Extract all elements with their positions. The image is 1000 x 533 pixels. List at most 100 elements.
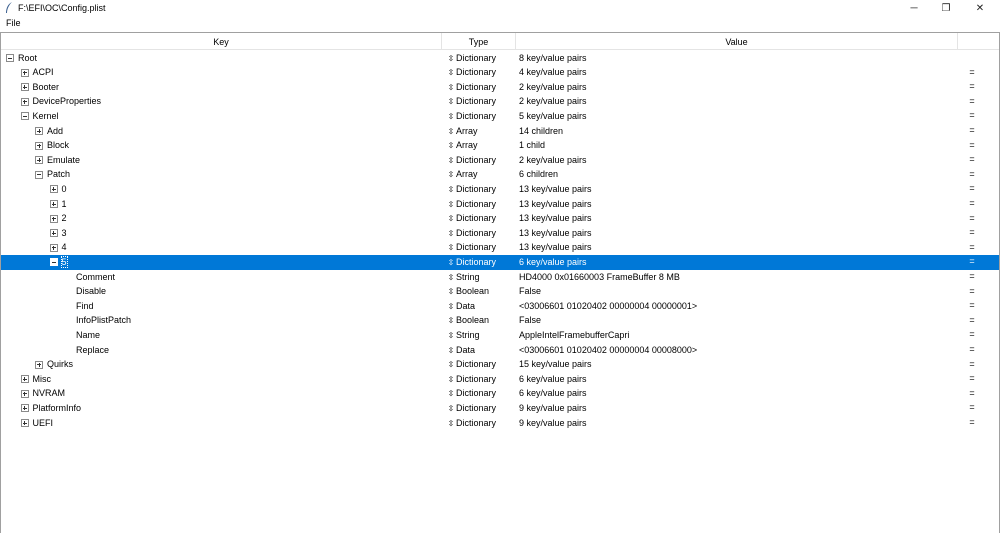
drag-handle-icon[interactable]: = bbox=[967, 96, 977, 106]
row-type[interactable]: ⇳ Dictionary bbox=[447, 228, 496, 238]
row-key[interactable]: 0 bbox=[62, 184, 67, 194]
tree-row[interactable]: 4 ⇳ Dictionary 13 key/value pairs = bbox=[1, 241, 999, 256]
row-value[interactable]: 13 key/value pairs bbox=[519, 228, 592, 238]
close-button[interactable]: ✕ bbox=[964, 0, 996, 16]
drag-handle-icon[interactable]: = bbox=[967, 227, 977, 237]
row-value[interactable]: 6 key/value pairs bbox=[519, 374, 587, 384]
row-key[interactable]: Booter bbox=[33, 82, 60, 92]
tree-row[interactable]: InfoPlistPatch ⇳ Boolean False = bbox=[1, 314, 999, 329]
expand-plus-icon[interactable] bbox=[20, 375, 29, 384]
row-type[interactable]: ⇳ Array bbox=[447, 140, 478, 150]
row-key[interactable]: Root bbox=[18, 53, 37, 63]
row-type[interactable]: ⇳ Boolean bbox=[447, 286, 489, 296]
drag-handle-icon[interactable]: = bbox=[967, 359, 977, 369]
row-value[interactable]: 2 key/value pairs bbox=[519, 155, 587, 165]
drag-handle-icon[interactable]: = bbox=[967, 300, 977, 310]
tree-row[interactable]: UEFI ⇳ Dictionary 9 key/value pairs = bbox=[1, 416, 999, 431]
collapse-minus-icon[interactable] bbox=[35, 170, 43, 179]
tree-row[interactable]: Kernel ⇳ Dictionary 5 key/value pairs = bbox=[1, 109, 999, 124]
drag-handle-icon[interactable]: = bbox=[967, 213, 977, 223]
drag-handle-icon[interactable]: = bbox=[967, 140, 977, 150]
row-key[interactable]: Find bbox=[76, 301, 94, 311]
expand-plus-icon[interactable] bbox=[35, 156, 43, 165]
tree-row[interactable]: Block ⇳ Array 1 child = bbox=[1, 139, 999, 154]
row-type[interactable]: ⇳ String bbox=[447, 272, 480, 282]
tree-row[interactable]: Disable ⇳ Boolean False = bbox=[1, 285, 999, 300]
drag-handle-icon[interactable]: = bbox=[967, 67, 977, 77]
row-key[interactable]: Quirks bbox=[47, 359, 73, 369]
minimize-button[interactable]: ─ bbox=[898, 0, 930, 16]
row-value[interactable]: 15 key/value pairs bbox=[519, 359, 592, 369]
row-type[interactable]: ⇳ Dictionary bbox=[447, 388, 496, 398]
plist-tree-view[interactable]: Key Type Value Root ⇳ Dictionary 8 key/valu… bbox=[0, 32, 1000, 533]
row-key[interactable]: Misc bbox=[33, 374, 52, 384]
drag-handle-icon[interactable]: = bbox=[967, 417, 977, 427]
drag-handle-icon[interactable]: = bbox=[967, 169, 977, 179]
drag-handle-icon[interactable]: = bbox=[967, 329, 977, 339]
row-type[interactable]: ⇳ Boolean bbox=[447, 315, 489, 325]
tree-row[interactable]: Root ⇳ Dictionary 8 key/value pairs bbox=[1, 51, 999, 66]
drag-handle-icon[interactable]: = bbox=[967, 242, 977, 252]
row-value[interactable]: 2 key/value pairs bbox=[519, 96, 587, 106]
row-type[interactable]: ⇳ Data bbox=[447, 301, 475, 311]
row-key[interactable]: Block bbox=[47, 140, 69, 150]
expand-plus-icon[interactable] bbox=[49, 200, 58, 208]
row-key[interactable]: UEFI bbox=[33, 418, 54, 428]
row-value[interactable]: 9 key/value pairs bbox=[519, 403, 587, 413]
tree-row[interactable]: Replace ⇳ Data <03006601 01020402 00000004 … bbox=[1, 343, 999, 358]
row-key[interactable]: Kernel bbox=[33, 111, 59, 121]
row-value[interactable]: 13 key/value pairs bbox=[519, 184, 592, 194]
drag-handle-icon[interactable]: = bbox=[967, 125, 977, 135]
row-key[interactable]: Add bbox=[47, 126, 63, 136]
drag-handle-icon[interactable]: = bbox=[967, 198, 977, 208]
tree-row[interactable]: PlatformInfo ⇳ Dictionary 9 key/value pairs… bbox=[1, 401, 999, 416]
row-type[interactable]: ⇳ Dictionary bbox=[447, 242, 496, 252]
row-key[interactable]: InfoPlistPatch bbox=[76, 315, 131, 325]
expand-plus-icon[interactable] bbox=[35, 127, 43, 135]
drag-handle-icon[interactable]: = bbox=[967, 183, 977, 193]
expand-plus-icon[interactable] bbox=[35, 141, 43, 150]
collapse-minus-icon[interactable] bbox=[20, 112, 29, 121]
expand-plus-icon[interactable] bbox=[49, 185, 58, 194]
row-key[interactable]: 5 bbox=[60, 255, 68, 268]
column-header-value[interactable]: Value bbox=[516, 33, 958, 50]
expand-plus-icon[interactable] bbox=[20, 83, 29, 92]
row-value[interactable]: 14 children bbox=[519, 126, 563, 136]
expand-plus-icon[interactable] bbox=[49, 214, 58, 223]
row-type[interactable]: ⇳ Array bbox=[447, 169, 478, 179]
row-key[interactable]: 3 bbox=[62, 228, 67, 238]
row-type[interactable]: ⇳ Dictionary bbox=[447, 184, 496, 194]
drag-handle-icon[interactable]: = bbox=[967, 402, 977, 412]
row-value[interactable]: 8 key/value pairs bbox=[519, 53, 587, 63]
row-type[interactable]: ⇳ Dictionary bbox=[447, 257, 496, 267]
row-value[interactable]: 13 key/value pairs bbox=[519, 242, 592, 252]
row-key[interactable]: NVRAM bbox=[33, 388, 66, 398]
tree-row[interactable]: Comment ⇳ String HD4000 0x01660003 FrameBuf… bbox=[1, 270, 999, 285]
row-key[interactable]: 2 bbox=[62, 213, 67, 223]
tree-row[interactable]: DeviceProperties ⇳ Dictionary 2 key/value p… bbox=[1, 95, 999, 110]
row-value[interactable]: 1 child bbox=[519, 140, 545, 150]
row-key[interactable]: Comment bbox=[76, 272, 115, 282]
row-key[interactable]: DeviceProperties bbox=[33, 96, 102, 106]
tree-row[interactable]: 1 ⇳ Dictionary 13 key/value pairs = bbox=[1, 197, 999, 212]
tree-row[interactable]: Name ⇳ String AppleIntelFramebufferCapri = bbox=[1, 328, 999, 343]
tree-row[interactable]: 5 ⇳ Dictionary 6 key/value pairs = bbox=[1, 255, 999, 270]
drag-handle-icon[interactable]: = bbox=[967, 256, 977, 266]
tree-row[interactable]: ACPI ⇳ Dictionary 4 key/value pairs = bbox=[1, 66, 999, 81]
expand-plus-icon[interactable] bbox=[20, 404, 29, 413]
drag-handle-icon[interactable]: = bbox=[967, 286, 977, 296]
expand-plus-icon[interactable] bbox=[20, 68, 29, 77]
row-value[interactable]: 4 key/value pairs bbox=[519, 67, 587, 77]
maximize-button[interactable]: ❐ bbox=[930, 0, 962, 16]
row-type[interactable]: ⇳ Dictionary bbox=[447, 67, 496, 77]
drag-handle-icon[interactable]: = bbox=[967, 271, 977, 281]
collapse-minus-icon[interactable] bbox=[49, 258, 58, 267]
expand-plus-icon[interactable] bbox=[49, 243, 58, 252]
row-type[interactable]: ⇳ Dictionary bbox=[447, 111, 496, 121]
tree-row[interactable]: 2 ⇳ Dictionary 13 key/value pairs = bbox=[1, 212, 999, 227]
row-type[interactable]: ⇳ Dictionary bbox=[447, 374, 496, 384]
tree-row[interactable]: Misc ⇳ Dictionary 6 key/value pairs = bbox=[1, 372, 999, 387]
expand-plus-icon[interactable] bbox=[20, 97, 29, 106]
drag-handle-icon[interactable]: = bbox=[967, 81, 977, 91]
row-key[interactable]: Patch bbox=[47, 169, 70, 179]
